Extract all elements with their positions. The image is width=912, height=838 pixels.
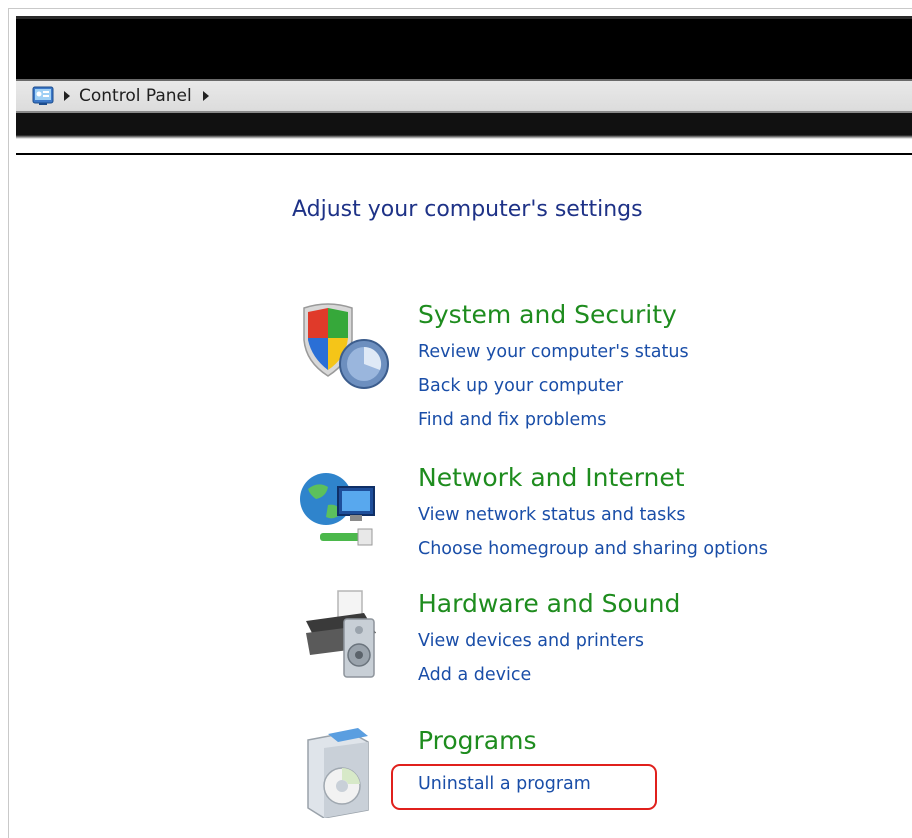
link-add-device[interactable]: Add a device [418, 665, 531, 685]
link-find-fix[interactable]: Find and fix problems [418, 410, 606, 430]
category-title-network-internet[interactable]: Network and Internet [418, 463, 685, 492]
shield-icon[interactable] [298, 300, 389, 390]
programs-box-icon[interactable] [298, 726, 388, 819]
link-review-status[interactable]: Review your computer's status [418, 342, 689, 362]
chevron-right-icon[interactable] [64, 91, 70, 101]
link-view-devices[interactable]: View devices and printers [418, 631, 644, 651]
highlight-box-uninstall [391, 764, 657, 810]
link-homegroup[interactable]: Choose homegroup and sharing options [418, 539, 768, 559]
page-title: Adjust your computer's settings [292, 197, 643, 222]
category-title-programs[interactable]: Programs [418, 726, 537, 755]
category-title-hardware-sound[interactable]: Hardware and Sound [418, 589, 680, 618]
control-panel-icon[interactable] [32, 86, 54, 106]
breadcrumb-control-panel[interactable]: Control Panel [79, 86, 192, 106]
printer-speaker-icon[interactable] [298, 589, 388, 679]
address-bar[interactable]: Control Panel [16, 79, 912, 113]
link-network-status[interactable]: View network status and tasks [418, 505, 686, 525]
toolbar-area [16, 113, 912, 153]
link-back-up[interactable]: Back up your computer [418, 376, 623, 396]
network-globe-icon[interactable] [298, 463, 388, 553]
category-title-system-security[interactable]: System and Security [418, 300, 677, 329]
chevron-right-icon[interactable] [202, 91, 209, 101]
